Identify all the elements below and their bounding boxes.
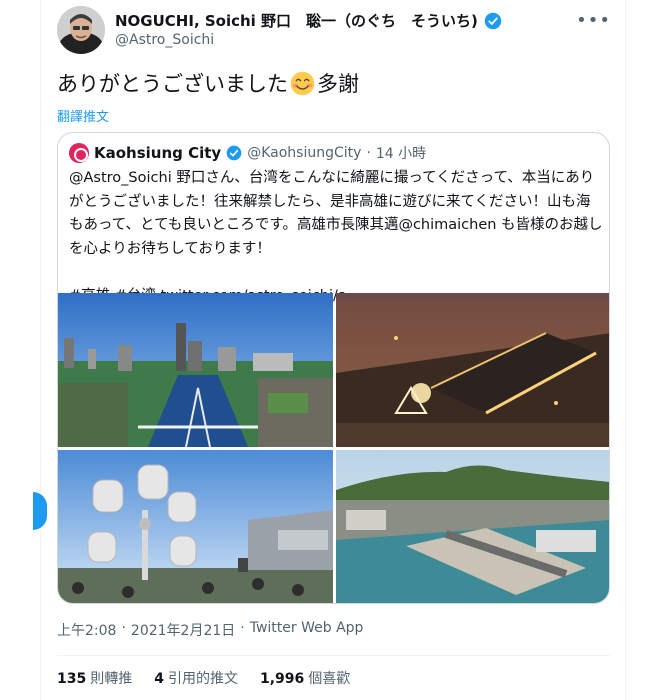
quoted-display-name[interactable]: Kaohsiung City — [94, 144, 221, 162]
tweet-detail-card: NOGUCHI, Soichi 野口 聡一（のぐち そういち) @Astro_S… — [33, 0, 626, 700]
verified-badge-icon — [226, 145, 242, 161]
verified-badge-icon — [484, 12, 502, 29]
pier-night-aerial-photo[interactable] — [336, 293, 609, 447]
retweets-count: 135 — [57, 671, 87, 687]
quote-tweets-stat[interactable]: 4 引用的推文 — [154, 668, 238, 688]
tweet-text-suffix: 多謝 — [317, 72, 359, 96]
tweet-date[interactable]: 2021年2月21日 — [131, 620, 235, 640]
translate-tweet-link[interactable]: 翻譯推文 — [57, 106, 109, 125]
quoted-text-line — [69, 261, 604, 285]
quoted-text-line: @Astro_Soichi 野口さん、台湾をこんなに綺麗に撮ってくださって、本当… — [69, 170, 595, 186]
quoted-tweet-text: @Astro_Soichi 野口さん、台湾をこんなに綺麗に撮ってくださって、本当… — [69, 167, 604, 308]
tweet-timestamp[interactable]: 上午2:08 — [57, 620, 116, 640]
pier-night-image — [336, 293, 609, 447]
divider — [57, 655, 610, 656]
tweet-metadata: 上午2:08 · 2021年2月21日 · Twitter Web App — [57, 620, 363, 640]
harbor-skyline-image — [58, 293, 333, 447]
quoted-text-line: もあって、とても良いところです。高雄市長陳其邁@chimaichen も皆様のお… — [69, 217, 603, 233]
author-display-name[interactable]: NOGUCHI, Soichi 野口 聡一（のぐち そういち) — [115, 10, 478, 31]
mountain-harbor-image — [336, 450, 609, 603]
kaohsiung-logo-icon[interactable] — [69, 143, 89, 163]
retweets-label: 則轉推 — [90, 671, 133, 687]
ferris-wheel-photo[interactable] — [58, 450, 333, 603]
separator-dot: · — [240, 620, 245, 636]
photo-grid — [58, 293, 609, 603]
retweets-stat[interactable]: 135 則轉推 — [57, 668, 132, 688]
quoted-tweet[interactable]: Kaohsiung City @KaohsiungCity · 14 小時 @A… — [57, 132, 610, 604]
quotes-count: 4 — [154, 671, 164, 687]
quoted-text-line: がとうございました！往来解禁したら、是非高雄に遊びに来てください！山も海 — [69, 193, 591, 210]
tweet-text: ありがとうございました 多謝 — [57, 68, 359, 98]
mountain-harbor-aerial-photo[interactable] — [336, 450, 609, 603]
side-scroll-tab[interactable] — [33, 492, 47, 530]
engagement-stats: 135 則轉推 4 引用的推文 1,996 個喜歡 — [57, 668, 350, 688]
avatar[interactable] — [57, 6, 105, 54]
author-name-row[interactable]: NOGUCHI, Soichi 野口 聡一（のぐち そういち) — [115, 10, 502, 31]
quoted-handle[interactable]: @KaohsiungCity — [247, 145, 361, 161]
more-dots-icon[interactable]: ••• — [576, 10, 611, 31]
likes-label: 個喜歡 — [308, 671, 351, 687]
likes-stat[interactable]: 1,996 個喜歡 — [260, 668, 350, 688]
separator-dot: · — [366, 145, 371, 161]
ferris-wheel-image — [58, 450, 333, 603]
quoted-tweet-header: Kaohsiung City @KaohsiungCity · 14 小時 — [69, 143, 426, 163]
quoted-time-ago[interactable]: 14 小時 — [376, 143, 426, 163]
quoted-text-line: を心よりお待ちしております！ — [69, 240, 271, 257]
likes-count: 1,996 — [259, 671, 305, 687]
tweet-source-link[interactable]: Twitter Web App — [250, 620, 364, 640]
quotes-label: 引用的推文 — [167, 671, 238, 687]
smiling-face-emoji-icon — [290, 71, 315, 95]
astronaut-avatar-image — [57, 6, 105, 54]
harbor-skyline-photo[interactable] — [58, 293, 333, 447]
author-handle[interactable]: @Astro_Soichi — [115, 32, 214, 48]
tweet-text-main: ありがとうございました — [57, 72, 288, 96]
separator-dot: · — [121, 620, 126, 636]
